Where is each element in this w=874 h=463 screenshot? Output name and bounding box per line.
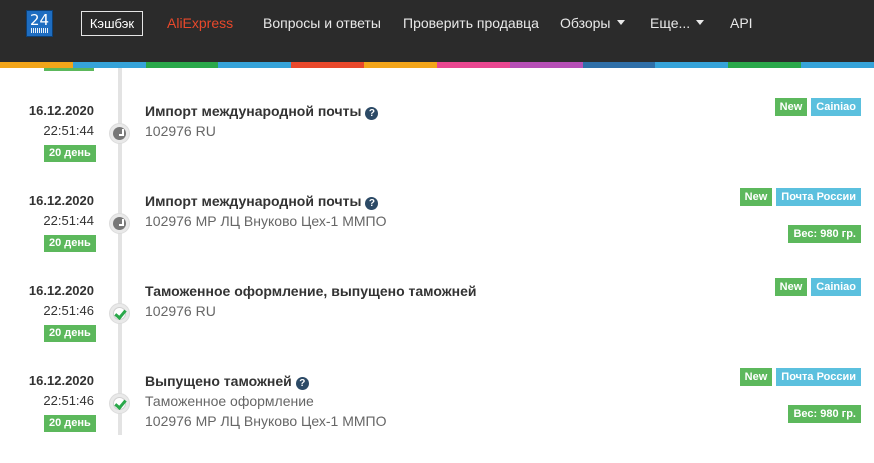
active-tab-indicator (44, 68, 94, 71)
event-title-text: Выпущено таможней (145, 373, 292, 389)
weight-badge: Вес: 980 гр. (788, 405, 861, 423)
color-strip-segment (364, 62, 437, 68)
top-navbar: 24 Кэшбэк AliExpress Вопросы и ответы Пр… (0, 0, 874, 62)
event-day-badge: 20 день (44, 235, 96, 252)
new-badge: New (774, 98, 808, 116)
color-strip-segment (728, 62, 802, 68)
nav-dropdown-more[interactable]: Еще... (650, 11, 705, 36)
event-badges: New Почта России (739, 368, 861, 386)
chevron-down-icon (696, 20, 705, 25)
event-title: Таможенное оформление, выпущено таможней (145, 283, 476, 299)
event-location: Таможенное оформление (145, 393, 314, 409)
carrier-badge: Cainiao (811, 98, 861, 116)
tracking-event: 16.12.2020 22:51:46 20 день Таможенное офор… (0, 278, 874, 373)
event-location: 102976 МР ЛЦ Внуково Цех-1 ММПО (145, 213, 387, 229)
event-badges: New Почта России (739, 188, 861, 206)
event-title-text: Импорт международной почты (145, 193, 362, 209)
check-icon (109, 303, 130, 324)
carrier-badge: Почта России (776, 368, 861, 386)
help-icon[interactable]: ? (365, 197, 379, 210)
event-title: Импорт международной почты? (145, 193, 379, 210)
nav-link-faq[interactable]: Вопросы и ответы (263, 11, 381, 36)
chevron-down-icon (616, 20, 625, 25)
nav-reviews-label: Обзоры (560, 15, 611, 31)
event-date: 16.12.2020 (28, 103, 94, 118)
new-badge: New (739, 368, 773, 386)
event-day-badge: 20 день (44, 325, 96, 342)
color-strip-segment (509, 62, 583, 68)
color-strip-segment (218, 62, 292, 68)
color-strip-segment (436, 62, 510, 68)
event-location: 102976 RU (145, 123, 216, 139)
event-location: 102976 МР ЛЦ Внуково Цех-1 ММПО (145, 413, 387, 429)
color-strip-segment (582, 62, 656, 68)
carrier-badge: Почта России (776, 188, 861, 206)
weight-badge: Вес: 980 гр. (788, 225, 861, 243)
nav-link-check-seller[interactable]: Проверить продавца (403, 11, 539, 36)
new-badge: New (739, 188, 773, 206)
carrier-badge: Cainiao (811, 278, 861, 296)
help-icon[interactable]: ? (295, 377, 309, 390)
event-time: 22:51:44 (43, 123, 94, 138)
event-date: 16.12.2020 (28, 283, 94, 298)
clock-icon (109, 123, 130, 144)
event-time: 22:51:46 (43, 303, 94, 318)
tracking-event: 16.12.2020 22:51:44 20 день Импорт междунар… (0, 98, 874, 193)
event-badges: New Cainiao (774, 98, 861, 116)
logo-barcode-icon (31, 28, 48, 33)
event-date: 16.12.2020 (28, 373, 94, 388)
nav-more-label: Еще... (650, 15, 691, 31)
event-time: 22:51:44 (43, 213, 94, 228)
logo-text: 24 (29, 11, 50, 29)
check-icon (109, 393, 130, 414)
nav-dropdown-reviews[interactable]: Обзоры (560, 11, 625, 36)
new-badge: New (774, 278, 808, 296)
event-day-badge: 20 день (44, 145, 96, 162)
event-badges: New Cainiao (774, 278, 861, 296)
clock-icon (109, 213, 130, 234)
help-icon[interactable]: ? (365, 107, 379, 120)
event-title-text: Импорт международной почты (145, 103, 362, 119)
nav-link-api[interactable]: API (730, 11, 753, 36)
color-strip-segment (145, 62, 219, 68)
event-title: Импорт международной почты? (145, 103, 379, 120)
event-title: Выпущено таможней? (145, 373, 309, 390)
event-date: 16.12.2020 (28, 193, 94, 208)
color-strip-segment (291, 62, 365, 68)
event-location: 102976 RU (145, 303, 216, 319)
color-strip-segment (801, 62, 874, 68)
tracking-event: 16.12.2020 22:51:46 20 день Выпущено таможн… (0, 368, 874, 463)
color-strip-segment (655, 62, 729, 68)
nav-link-aliexpress[interactable]: AliExpress (167, 11, 233, 36)
tracking-event: 16.12.2020 22:51:44 20 день Импорт междунар… (0, 188, 874, 283)
site-logo[interactable]: 24 (26, 10, 53, 37)
cashback-button[interactable]: Кэшбэк (81, 11, 143, 36)
color-strip (0, 62, 874, 68)
event-time: 22:51:46 (43, 393, 94, 408)
event-title-text: Таможенное оформление, выпущено таможней (145, 283, 477, 299)
event-day-badge: 20 день (44, 415, 96, 432)
